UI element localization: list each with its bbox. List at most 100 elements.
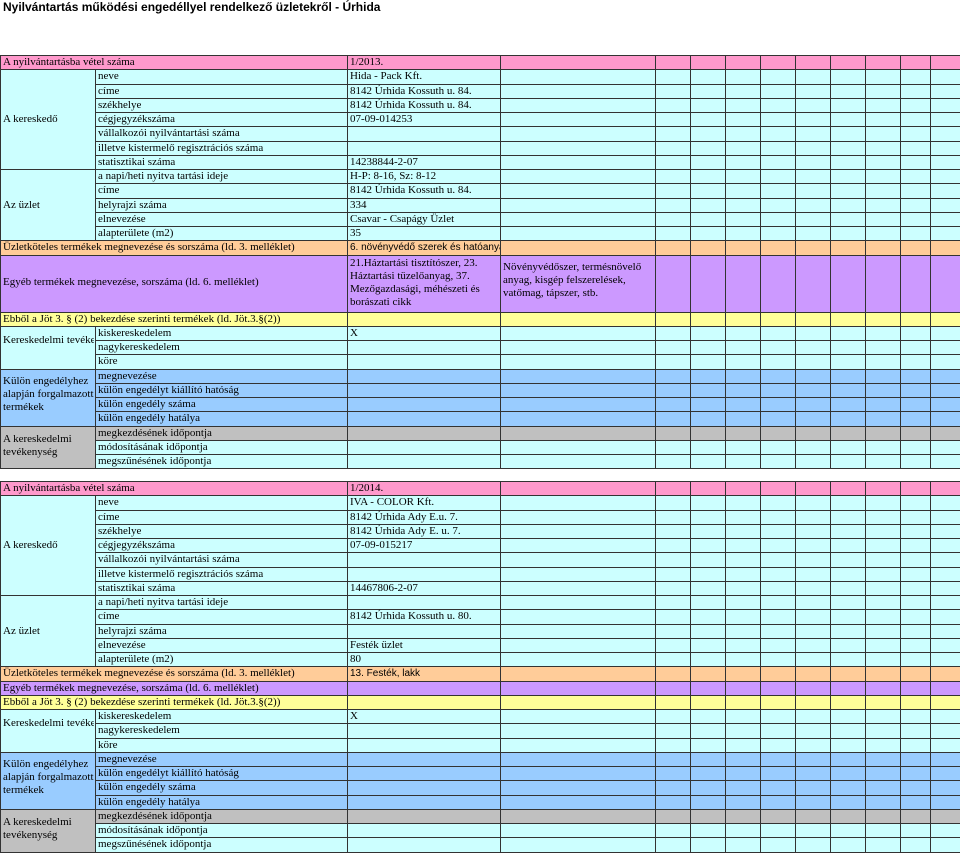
special-permit-group-label: Külön engedélyhez alapján forgalmazott t… [3,757,94,796]
grid-cell [655,126,691,142]
grid-cell [930,382,960,398]
trader-field-label: statisztikai száma [98,155,176,168]
grid-cell [830,495,866,511]
grid-cell [900,552,931,568]
grid-cell [760,723,796,739]
grid-cell [725,154,761,170]
grid-cell [725,751,761,767]
grid-cell [655,154,691,170]
grid-cell [725,595,761,611]
special-permit-value-cell [347,368,501,384]
grid-cell [830,97,866,113]
trader-statisztikai-value: 14238844-2-07 [350,155,418,168]
grid-cell [795,140,831,156]
grid-cell [690,112,726,128]
special-permit-value-cell [347,794,501,810]
grid-cell [760,680,796,696]
grid-cell [865,397,901,413]
grid-cell [725,425,761,441]
grid-cell [795,240,831,256]
grid-cell [690,226,726,242]
grid-cell [500,97,656,113]
grid-cell [725,766,761,782]
grid-cell [830,694,866,710]
grid-cell [900,538,931,554]
grid-cell [830,140,866,156]
grid-cell [690,354,726,370]
grid-cell [655,439,691,455]
grid-cell [655,509,691,525]
grid-cell [760,481,796,497]
grid-cell [830,226,866,242]
licensed-products-label: Üzletköteles termékek megnevezése és sor… [3,667,295,680]
grid-cell [865,240,901,256]
grid-cell [690,325,726,341]
trader-field-label: neve [98,496,119,509]
grid-cell [760,154,796,170]
grid-cell [500,780,656,796]
grid-cell [830,552,866,568]
grid-cell [500,837,656,853]
grid-cell [760,580,796,596]
grid-cell [865,580,901,596]
grid-cell [500,694,656,710]
grid-cell [725,140,761,156]
trade-activity-field-cell [95,354,348,370]
grid-cell [690,197,726,213]
grid-cell [690,623,726,639]
grid-cell [690,552,726,568]
grid-cell [795,154,831,170]
grid-cell [760,666,796,682]
grid-cell [865,254,901,313]
grid-cell [900,723,931,739]
grid-cell [655,751,691,767]
grid-cell [865,481,901,497]
activity-dates-value-cell [347,454,501,470]
grid-cell [725,254,761,313]
grid-cell [500,454,656,470]
grid-cell [760,397,796,413]
grid-cell [830,397,866,413]
other-products-label: Egyéb termékek megnevezése, sorszáma (ld… [3,681,259,694]
grid-cell [865,183,901,199]
shop-value-cell [347,197,501,213]
grid-cell [900,425,931,441]
grid-cell [900,694,931,710]
grid-cell [830,55,866,71]
grid-cell [655,382,691,398]
grid-cell [795,211,831,227]
special-permit-value-cell [347,382,501,398]
grid-cell [900,495,931,511]
grid-cell [725,211,761,227]
shop-value-cell [347,595,501,611]
grid-cell [655,495,691,511]
grid-cell [830,808,866,824]
grid-cell [690,694,726,710]
grid-cell [760,709,796,725]
grid-cell [930,723,960,739]
grid-cell [655,140,691,156]
grid-cell [655,211,691,227]
shop-value-cell [347,652,501,668]
jot-products-label: Ebből a Jöt 3. § (2) bekezdése szerinti … [3,695,281,708]
grid-cell [930,595,960,611]
activity-dates-value-cell [347,808,501,824]
grid-cell [830,112,866,128]
grid-cell [500,55,656,71]
licensed-products-value: 13. Festék, lakk [350,668,421,680]
grid-cell [725,666,761,682]
grid-cell [900,211,931,227]
grid-cell [830,623,866,639]
grid-cell [930,509,960,525]
grid-cell [760,609,796,625]
grid-cell [690,397,726,413]
grid-cell [690,652,726,668]
grid-cell [930,69,960,85]
trader-field-label: statisztikai száma [98,581,176,594]
grid-cell [830,368,866,384]
grid-cell [655,694,691,710]
grid-cell [725,623,761,639]
grid-cell [930,623,960,639]
grid-cell [655,766,691,782]
grid-cell [690,751,726,767]
